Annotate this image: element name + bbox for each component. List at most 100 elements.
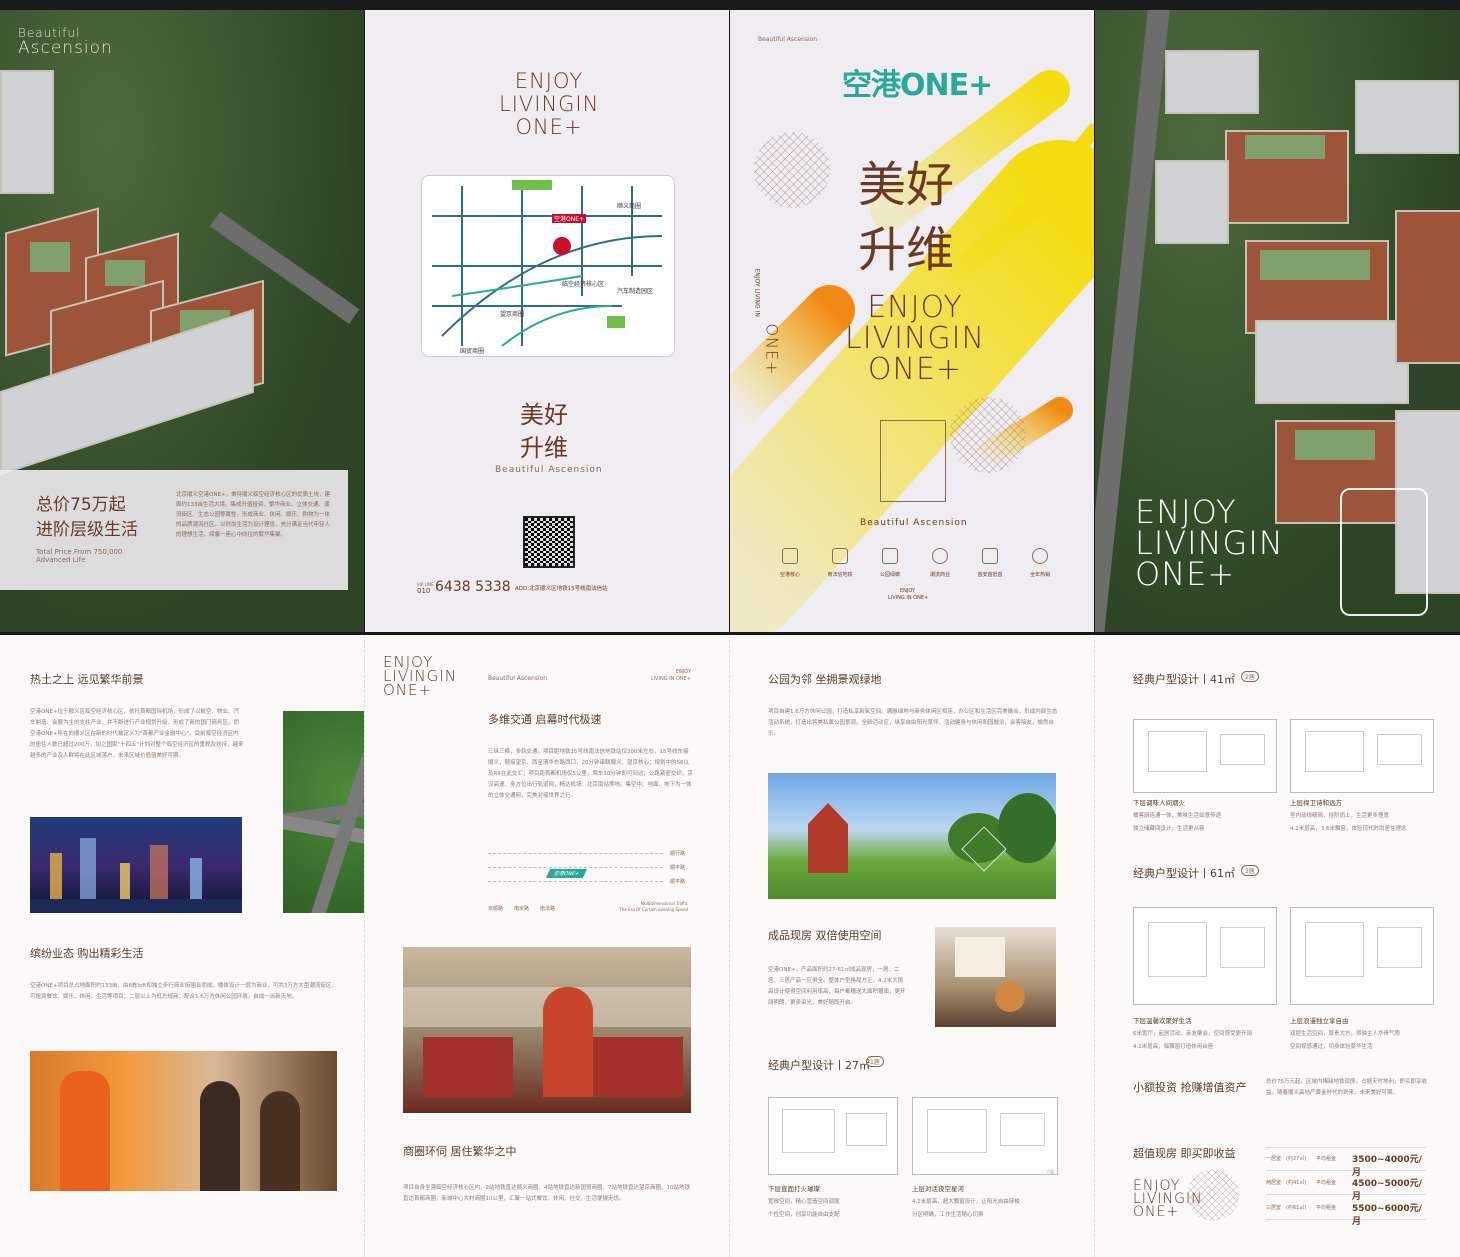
panel-title-1: 美好 xyxy=(520,401,568,429)
cover-footer-2: LIVING IN ONE+ xyxy=(888,595,929,601)
floor-plan-lower xyxy=(768,1097,898,1175)
map-label-wangjing: 望京商圈 xyxy=(500,311,525,318)
building xyxy=(1165,50,1259,114)
section-title: 缤纷业态 购出精彩生活 xyxy=(30,947,144,960)
room-badge: 1居 xyxy=(866,1056,884,1067)
hotline-number[interactable]: 6438 5338 xyxy=(435,579,511,595)
feature-airport: 空港核心 xyxy=(770,548,810,578)
panel-map: ENJOY LIVINGIN ONE+ 顺义商圈 空港ONE+ 临空经济核心区 xyxy=(365,10,729,632)
roof xyxy=(1260,250,1370,280)
section-title: 商圈环伺 居住繁华之中 xyxy=(403,1145,517,1158)
price-type: 三居室 xyxy=(1266,1205,1282,1211)
feature-park: 公园绿廊 xyxy=(870,548,910,578)
building xyxy=(1155,160,1229,244)
diagram-foot-2: The Era Of Curtain-opening Speed xyxy=(619,907,688,912)
tag-right-2: LIVING IN ONE+ xyxy=(650,676,691,682)
feature-hot: 全年热销 xyxy=(1020,548,1060,578)
transit-diagram: 顺行路 顺平路 顺平路 空港ONE+ 京顺路 南京路 南法路 Multidime… xyxy=(488,845,688,925)
cover-subtitle: Beautiful Ascension xyxy=(860,518,968,528)
section-title: 经典户型设计丨27㎡ xyxy=(768,1059,870,1072)
qr-code[interactable] xyxy=(523,516,575,568)
line-label: 顺平路 xyxy=(670,879,686,885)
info-desc: 北京顺义空港ONE+，秉持顺义临空经济核心区的优质土块，建面约133亩生活大境。… xyxy=(176,492,331,538)
section-title: 超值现房 即买即收益 xyxy=(1133,1147,1236,1160)
headline-2: 进阶层级生活 xyxy=(36,520,138,540)
city-night-photo xyxy=(30,817,242,913)
house-icon xyxy=(982,548,998,564)
price-row: 两居室 (约41㎡) 平均租金 4500~5000元/月 xyxy=(1266,1172,1426,1202)
shopping-icon xyxy=(932,548,948,564)
section-title: 公园为邻 坐拥景观绿地 xyxy=(768,673,882,686)
footer-enjoy-3: ONE+ xyxy=(1133,1204,1180,1220)
inner-enjoy: ENJOY LIVINGIN ONE+ xyxy=(383,655,457,698)
price-area: (约41㎡) xyxy=(1286,1180,1307,1186)
footer-enjoy: ENJOY LIVINGIN ONE+ xyxy=(1133,1179,1203,1220)
feature-home: 首安首抵首 xyxy=(970,548,1010,578)
plan-desc: 室内动线精简，拾阶而上，生活更多惬意 xyxy=(1290,813,1390,819)
price-row: 三居室 (约61㎡) 平均租金 5500~6000元/月 xyxy=(1266,1197,1426,1227)
location-map[interactable]: 顺义商圈 空港ONE+ 临空经济核心区 汽车制造园区 望京商圈 国贸商圈 xyxy=(421,175,675,357)
park-icon xyxy=(882,548,898,564)
enjoy-line-1: ENJOY xyxy=(514,69,584,93)
section-title: 小额投资 抢赚增值资产 xyxy=(1133,1081,1247,1094)
roof xyxy=(1295,430,1375,460)
tag-right-1: ENJOY xyxy=(675,669,691,675)
cube-graphic xyxy=(880,420,946,502)
enjoy-line-3: ONE+ xyxy=(515,115,583,139)
headline-1: 总价75万起 xyxy=(36,495,126,515)
plan-desc: 独立储藏间设计，生活更从容 xyxy=(1133,826,1205,832)
shopping-photo xyxy=(30,1051,337,1191)
floor-plan-41-upper xyxy=(1290,719,1434,793)
cover-title-1: 美好 xyxy=(858,157,955,213)
building xyxy=(0,70,54,194)
feature-icons: 空港核心 南法信地铁 公园绿廊 潮流商业 首安首抵首 全年热销 xyxy=(770,548,1060,588)
road-label: 南京路 xyxy=(514,906,530,912)
line-label: 顺平路 xyxy=(670,865,686,871)
aerial-enjoy: ENJOY LIVINGIN ONE+ xyxy=(1135,496,1284,590)
highway-photo xyxy=(283,711,364,913)
feature-metro: 南法信地铁 xyxy=(820,548,860,578)
plan-label: 二层 xyxy=(1046,1169,1054,1174)
park-photo xyxy=(768,773,1056,899)
plan-title: 下层直面打火璀璨 xyxy=(768,1185,820,1193)
building xyxy=(1355,80,1459,154)
cover-enjoy-2: LIVINGIN xyxy=(845,321,985,356)
tag-left: Beautiful Ascension xyxy=(488,675,548,682)
hotline-label-2: 010 xyxy=(417,587,431,595)
price-value: 5500~6000元/月 xyxy=(1352,1204,1422,1227)
inner-panel-3: 公园为邻 坐拥景观绿地 项目自建1.6万方休闲公园，打造私享新氧空间。满脉绿地与… xyxy=(730,635,1094,1257)
panel-title-2: 升维 xyxy=(520,434,568,462)
metro-icon xyxy=(832,548,848,564)
roof xyxy=(1245,135,1325,159)
road-label: 京顺路 xyxy=(488,906,504,912)
plan-desc: 4.2米层高，超大飘窗设计，让阳光自由穿梭 xyxy=(912,1199,1020,1205)
price-row: 一居室 (约27㎡) 平均租金 3500~4000元/月 xyxy=(1266,1147,1426,1178)
inner-spread: 热土之上 远见繁华前景 空港ONE+位于顺义区临空经济核心区，依托首都国际机场，… xyxy=(0,635,1460,1257)
plan-title: 上层浪漫独立享自由 xyxy=(1290,1017,1349,1025)
vertical-text-1: ENJOY LIVING IN xyxy=(753,268,761,317)
section-title: 多维交通 启幕时代极速 xyxy=(488,713,602,726)
plan-title: 下层调味人间烟火 xyxy=(1133,799,1185,807)
cover-spread: Beautiful Ascension 总价75万起 进阶层级生活 Total … xyxy=(0,10,1460,632)
section-text: 项目自身坐落临空经济核心区内，2站地铁直达顺义商圈、4站地铁直达新国贸商圈、7站… xyxy=(403,1185,691,1202)
feature-commerce: 潮流商业 xyxy=(920,548,960,578)
section-text: 空港ONE+位于顺义区临空经济核心区，依托首都国际机场，形成了以航空、物业、汽车… xyxy=(30,709,244,759)
panel-cover: Beautiful Ascension 空港ONE+ 美好 升维 ENJOY L… xyxy=(730,10,1094,632)
line-label: 顺行路 xyxy=(670,851,686,857)
subway-photo xyxy=(403,947,691,1113)
en-line-1: Total Price From 750,000 xyxy=(36,548,123,556)
section-text: 项目自建1.6万方休闲公园，打造私享新氧空间。满脉绿地与商务休闲区相连，办公区和… xyxy=(768,709,1058,737)
address: ADD:北京顺义区地铁15号线南法信站 xyxy=(515,586,608,592)
feature-label: 全年热销 xyxy=(1029,572,1050,578)
plan-desc: 宽敞空间，精心营造空间调度 xyxy=(768,1199,840,1205)
section-text: 空港ONE+项目总占地面积约133亩，由8栋loft和独立步行商业街围合而成。楼… xyxy=(30,983,337,1000)
price-label: 平均租金 xyxy=(1316,1180,1337,1186)
plan-desc: 4.2米层高，3.6米飘窗，体验现代时尚居住理念 xyxy=(1290,826,1407,832)
cover-enjoy-3: ONE+ xyxy=(867,352,963,387)
panel-aerial-left: Beautiful Ascension 总价75万起 进阶层级生活 Total … xyxy=(0,10,364,632)
section-title: 经典户型设计丨41㎡ xyxy=(1133,673,1235,686)
inner-panel-1: 热土之上 远见繁华前景 空港ONE+位于顺义区临空经济核心区，依托首都国际机场，… xyxy=(0,635,364,1257)
section-title: 热土之上 远见繁华前景 xyxy=(30,673,144,686)
building xyxy=(1255,320,1409,404)
map-label-project: 空港ONE+ xyxy=(552,214,587,223)
